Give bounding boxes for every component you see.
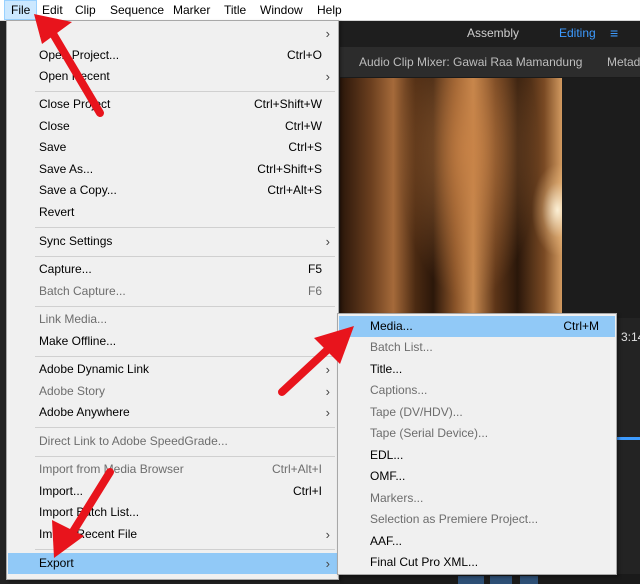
file-menu: N › Open Project... Ctrl+O Open Recent ›… (6, 20, 339, 580)
submenu-chevron-icon: › (325, 556, 330, 571)
workspace-bar: Assembly Editing ≡ (340, 20, 640, 47)
menu-separator (35, 427, 335, 428)
menu-item-link-media[interactable]: Link Media... (8, 309, 337, 330)
submenu-item-captions[interactable]: Captions... (339, 380, 615, 401)
menu-separator (35, 306, 335, 307)
menu-item-adobe-story[interactable]: Adobe Story › (8, 381, 337, 402)
bottom-toolbar-button[interactable] (458, 576, 484, 584)
workspace-menu-icon[interactable]: ≡ (610, 20, 618, 47)
menu-item-save[interactable]: Save Ctrl+S (8, 137, 337, 158)
menu-separator (35, 456, 335, 457)
program-monitor-video (340, 78, 562, 318)
submenu-item-media[interactable]: Media... Ctrl+M (339, 316, 615, 337)
submenu-item-omf[interactable]: OMF... (339, 466, 615, 487)
menu-separator (35, 356, 335, 357)
menu-item-import-batch-list[interactable]: Import Batch List... (8, 502, 337, 523)
submenu-item-title[interactable]: Title... (339, 359, 615, 380)
submenu-chevron-icon: › (325, 405, 330, 420)
menu-item-dynamic-link[interactable]: Adobe Dynamic Link › (8, 359, 337, 380)
menu-item-close[interactable]: Close Ctrl+W (8, 116, 337, 137)
menu-item-batch-capture[interactable]: Batch Capture... F6 (8, 281, 337, 302)
submenu-chevron-icon: › (325, 384, 330, 399)
panel-header: Audio Clip Mixer: Gawai Raa Mamandung Me… (340, 47, 640, 78)
menu-item-import[interactable]: Import... Ctrl+I (8, 481, 337, 502)
menu-separator (35, 91, 335, 92)
workspace-assembly-tab[interactable]: Assembly (467, 20, 519, 47)
menu-item-open-recent[interactable]: Open Recent › (8, 66, 337, 87)
timeline-playhead-bar (616, 437, 640, 440)
menu-item-make-offline[interactable]: Make Offline... (8, 331, 337, 352)
bottom-toolbar-button[interactable] (520, 576, 538, 584)
menu-item-sync-settings[interactable]: Sync Settings › (8, 231, 337, 252)
menu-item-export[interactable]: Export › (8, 553, 337, 574)
menu-item-import-recent[interactable]: Import Recent File › (8, 524, 337, 545)
menu-item-new[interactable]: N › (8, 23, 337, 44)
menu-separator (35, 549, 335, 550)
menu-item-open-project[interactable]: Open Project... Ctrl+O (8, 45, 337, 66)
submenu-chevron-icon: › (325, 234, 330, 249)
menu-separator (35, 227, 335, 228)
submenu-item-selection-project[interactable]: Selection as Premiere Project... (339, 509, 615, 530)
menu-item-save-as[interactable]: Save As... Ctrl+Shift+S (8, 159, 337, 180)
menu-window[interactable]: Window (254, 0, 309, 20)
submenu-item-fcp-xml[interactable]: Final Cut Pro XML... (339, 552, 615, 573)
submenu-chevron-icon: › (325, 26, 330, 41)
program-monitor-side (562, 78, 640, 318)
metadata-tab[interactable]: Metad (607, 47, 640, 77)
audio-clip-mixer-tab[interactable]: Audio Clip Mixer: Gawai Raa Mamandung (359, 47, 582, 77)
menu-edit[interactable]: Edit (36, 0, 69, 20)
submenu-chevron-icon: › (325, 527, 330, 542)
menu-item-revert[interactable]: Revert (8, 202, 337, 223)
submenu-item-edl[interactable]: EDL... (339, 445, 615, 466)
menu-title[interactable]: Title (218, 0, 252, 20)
submenu-item-batch-list[interactable]: Batch List... (339, 337, 615, 358)
menu-marker[interactable]: Marker (167, 0, 216, 20)
workspace-editing-tab[interactable]: Editing (559, 20, 596, 47)
menu-item-capture[interactable]: Capture... F5 (8, 259, 337, 280)
menu-item-adobe-anywhere[interactable]: Adobe Anywhere › (8, 402, 337, 423)
bottom-toolbar-button[interactable] (490, 576, 512, 584)
submenu-item-tape-serial[interactable]: Tape (Serial Device)... (339, 423, 615, 444)
menu-sequence[interactable]: Sequence (104, 0, 170, 20)
menu-help[interactable]: Help (311, 0, 348, 20)
submenu-item-markers[interactable]: Markers... (339, 488, 615, 509)
menu-item-close-project[interactable]: Close Project Ctrl+Shift+W (8, 94, 337, 115)
menu-separator (35, 256, 335, 257)
menu-clip[interactable]: Clip (69, 0, 102, 20)
submenu-chevron-icon: › (325, 69, 330, 84)
menu-item-save-copy[interactable]: Save a Copy... Ctrl+Alt+S (8, 180, 337, 201)
submenu-chevron-icon: › (325, 362, 330, 377)
timecode-display: 3:14 (621, 330, 640, 344)
menu-item-direct-link[interactable]: Direct Link to Adobe SpeedGrade... (8, 431, 337, 452)
export-submenu: Media... Ctrl+M Batch List... Title... C… (337, 313, 617, 575)
submenu-item-aaf[interactable]: AAF... (339, 531, 615, 552)
submenu-item-tape-dv[interactable]: Tape (DV/HDV)... (339, 402, 615, 423)
menu-bar: File Edit Clip Sequence Marker Title Win… (0, 0, 640, 21)
menu-file[interactable]: File (4, 0, 38, 20)
menu-item-import-media-browser[interactable]: Import from Media Browser Ctrl+Alt+I (8, 459, 337, 480)
